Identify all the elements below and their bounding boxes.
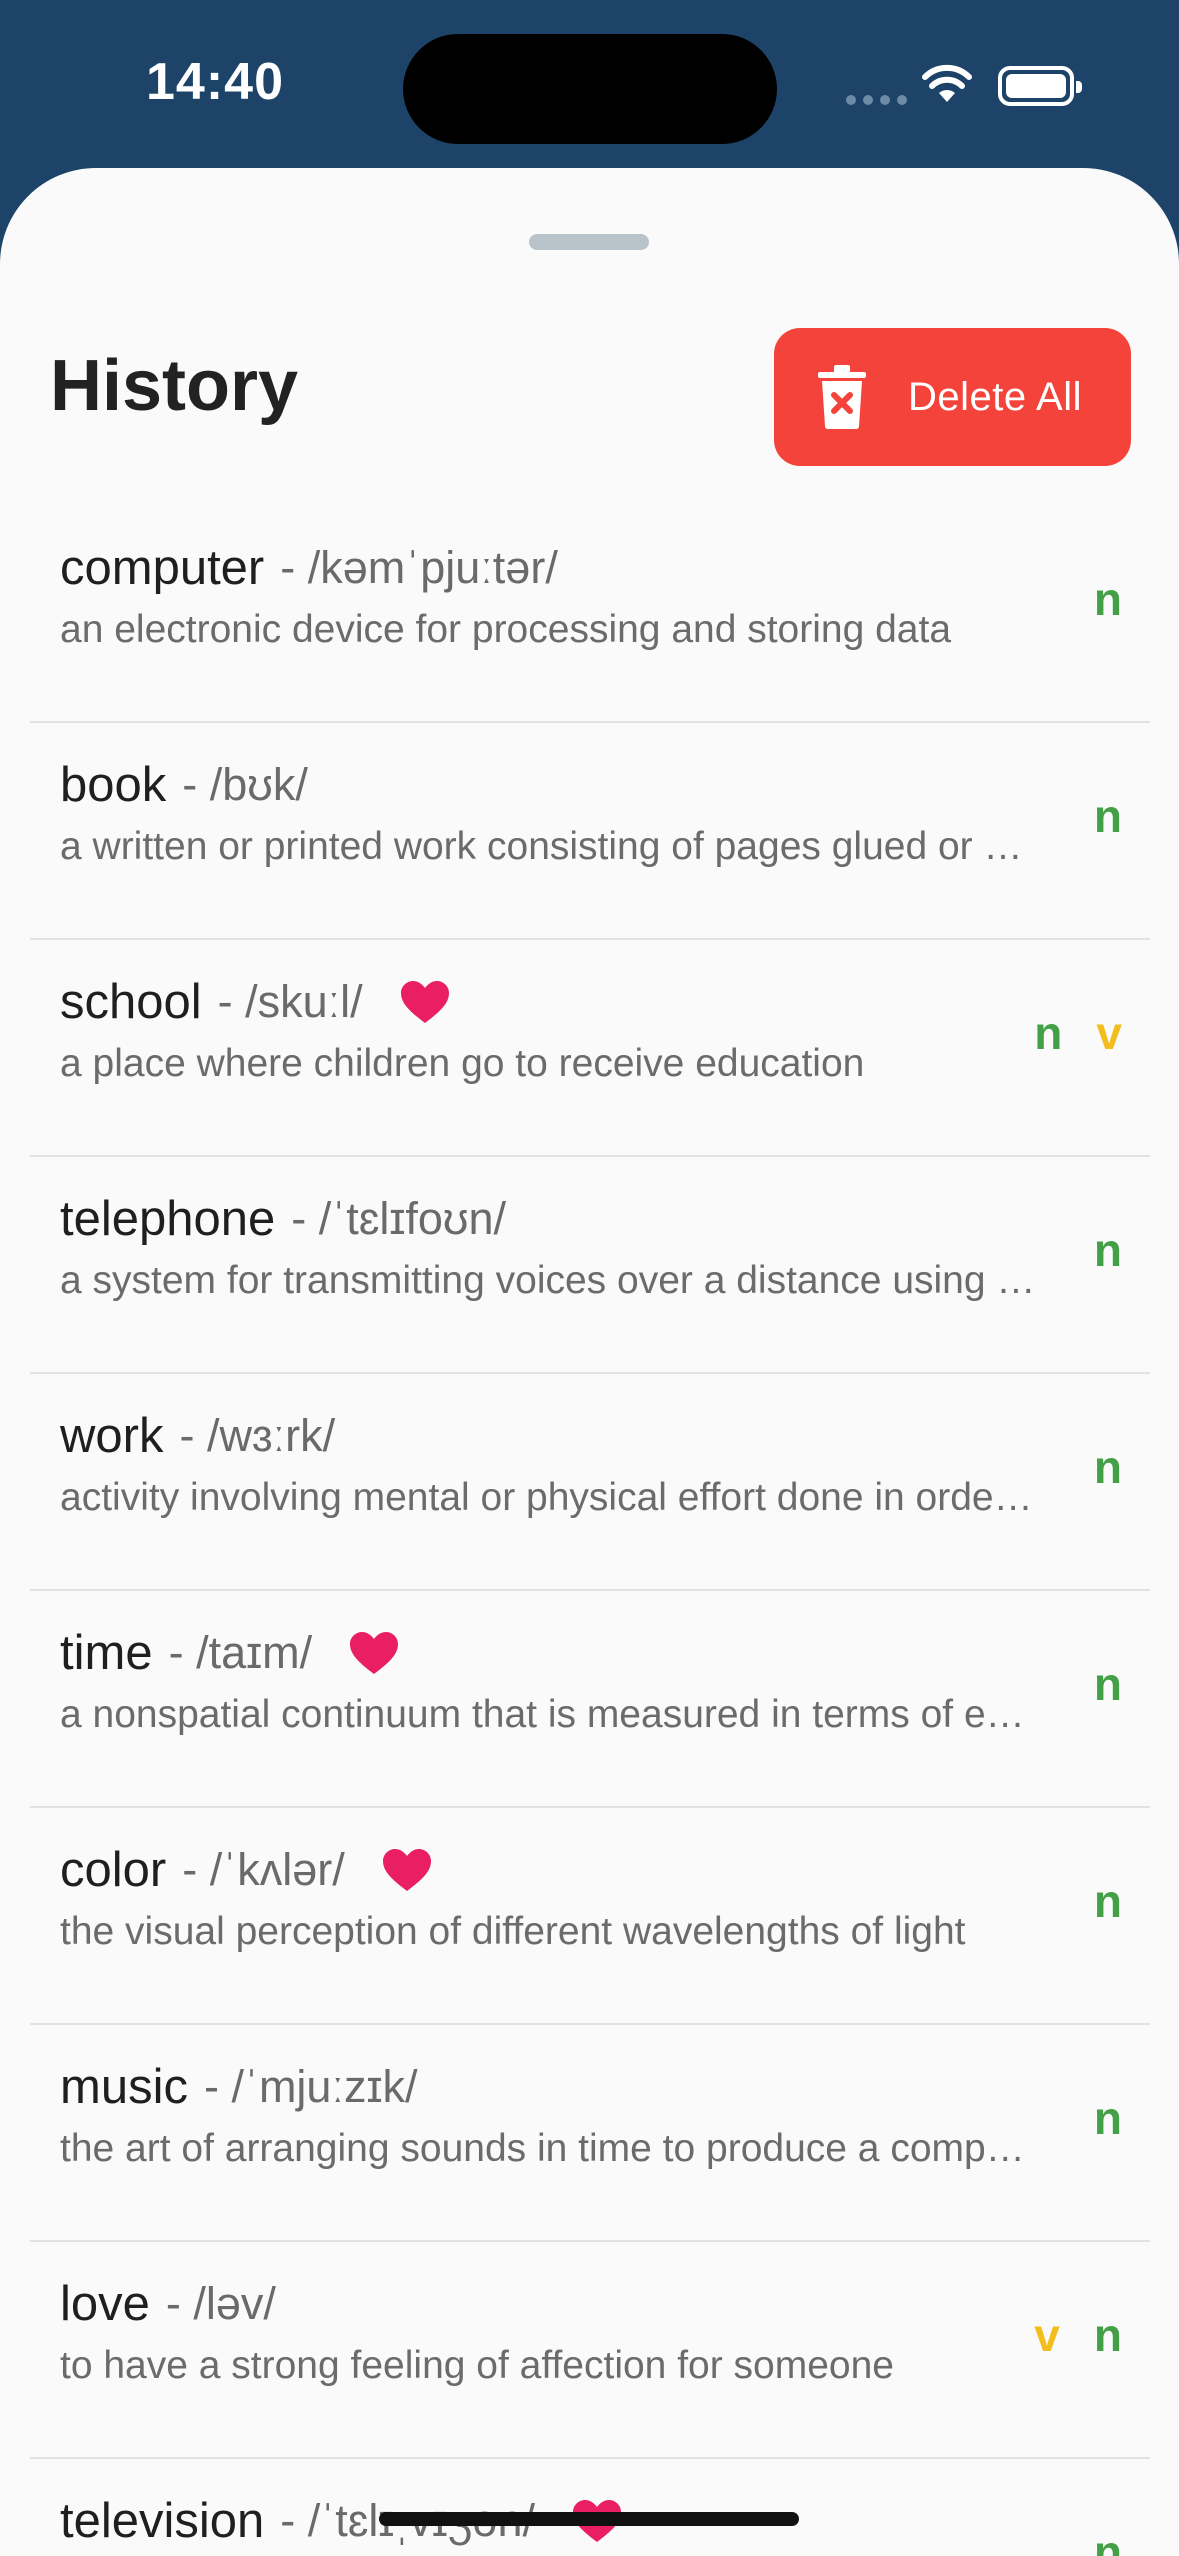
- definition-text: to have a strong feeling of affection fo…: [60, 2344, 894, 2387]
- trash-icon: [818, 365, 866, 429]
- noun-tag: n: [1093, 1875, 1122, 1927]
- battery-icon: [998, 66, 1082, 106]
- history-item[interactable]: love - /ləv/to have a strong feeling of a…: [30, 2242, 1150, 2459]
- history-item[interactable]: computer - /kəmˈpjuːtər/an electronic dev…: [30, 506, 1150, 723]
- noun-tag: n: [1093, 2309, 1122, 2361]
- phonetic-text: - /ˈmjuːzɪk/: [203, 2061, 418, 2112]
- delete-all-label: Delete All: [908, 374, 1082, 419]
- noun-tag: n: [1034, 1007, 1063, 1059]
- word-text: telephone: [60, 1192, 276, 1246]
- phonetic-text: - /ˈtɛlɪfoʊn/: [291, 1193, 507, 1244]
- word-line: work - /wɜːrk/: [60, 1408, 335, 1464]
- word-line: computer - /kəmˈpjuːtər/: [60, 540, 558, 596]
- sheet-grabber[interactable]: [529, 234, 649, 250]
- part-of-speech-tags: vn: [1034, 2312, 1122, 2358]
- word-text: book: [60, 758, 167, 812]
- status-bar: 14:40: [0, 0, 1179, 170]
- part-of-speech-tags: n: [1094, 576, 1122, 622]
- word-line: color - /ˈkʌlər/: [60, 1842, 433, 1898]
- history-item[interactable]: music - /ˈmjuːzɪk/the art of arranging so…: [30, 2025, 1150, 2242]
- noun-tag: n: [1093, 1658, 1122, 1710]
- part-of-speech-tags: n: [1094, 2529, 1122, 2556]
- history-item[interactable]: color - /ˈkʌlər/the visual perception of …: [30, 1808, 1150, 2025]
- phonetic-text: - /ˈkʌlər/: [182, 1844, 345, 1895]
- word-text: television: [60, 2494, 265, 2548]
- part-of-speech-tags: n: [1094, 793, 1122, 839]
- definition-text: an electronic device for processing and …: [60, 608, 952, 651]
- word-line: love - /ləv/: [60, 2276, 276, 2332]
- heart-icon: [381, 1847, 433, 1893]
- definition-text: a written or printed work consisting of …: [60, 825, 1040, 868]
- definition-text: a nonspatial continuum that is measured …: [60, 1693, 1040, 1736]
- part-of-speech-tags: n: [1094, 1227, 1122, 1273]
- phonetic-text: - /wɜːrk/: [179, 1410, 336, 1461]
- part-of-speech-tags: n: [1094, 1444, 1122, 1490]
- noun-tag: n: [1093, 573, 1122, 625]
- noun-tag: n: [1093, 1224, 1122, 1276]
- wifi-icon: [922, 64, 972, 102]
- phonetic-text: - /ləv/: [165, 2278, 276, 2329]
- history-item[interactable]: telephone - /ˈtɛlɪfoʊn/a system for trans…: [30, 1157, 1150, 1374]
- word-text: love: [60, 2277, 150, 2331]
- status-time: 14:40: [146, 53, 284, 111]
- page-title: History: [50, 346, 299, 426]
- verb-tag: v: [1096, 1007, 1122, 1059]
- phonetic-text: - /skuːl/: [217, 976, 363, 1027]
- cellular-signal-icon: [846, 95, 907, 105]
- heart-icon: [399, 979, 451, 1025]
- definition-text: a place where children go to receive edu…: [60, 1042, 865, 1085]
- word-text: computer: [60, 541, 265, 595]
- dynamic-island: [403, 34, 777, 144]
- noun-tag: n: [1093, 790, 1122, 842]
- heart-icon: [348, 1630, 400, 1676]
- history-item[interactable]: television- /ˈtɛlɪˌvɪʒən/n: [30, 2459, 1150, 2556]
- part-of-speech-tags: nv: [1034, 1010, 1122, 1056]
- home-indicator[interactable]: [379, 2512, 799, 2526]
- word-text: work: [60, 1409, 164, 1463]
- history-list: computer - /kəmˈpjuːtər/an electronic dev…: [30, 506, 1150, 2556]
- delete-all-button[interactable]: Delete All: [774, 328, 1131, 466]
- history-item[interactable]: book - /bʊk/a written or printed work con…: [30, 723, 1150, 940]
- word-line: telephone - /ˈtɛlɪfoʊn/: [60, 1191, 506, 1247]
- history-item[interactable]: time - /taɪm/a nonspatial continuum that …: [30, 1591, 1150, 1808]
- word-line: time - /taɪm/: [60, 1625, 400, 1681]
- definition-text: a system for transmitting voices over a …: [60, 1259, 1040, 1302]
- word-text: color: [60, 1843, 167, 1897]
- definition-text: activity involving mental or physical ef…: [60, 1476, 1040, 1519]
- part-of-speech-tags: n: [1094, 1661, 1122, 1707]
- definition-text: the art of arranging sounds in time to p…: [60, 2127, 1040, 2170]
- word-text: music: [60, 2060, 188, 2114]
- word-text: school: [60, 975, 202, 1029]
- word-line: music - /ˈmjuːzɪk/: [60, 2059, 417, 2115]
- verb-tag: v: [1034, 2309, 1060, 2361]
- history-sheet: History Delete All computer - /kəmˈpjuːtə…: [0, 168, 1179, 2556]
- word-line: book - /bʊk/: [60, 757, 308, 813]
- noun-tag: n: [1093, 2092, 1122, 2144]
- definition-text: the visual perception of different wavel…: [60, 1910, 966, 1953]
- part-of-speech-tags: n: [1094, 1878, 1122, 1924]
- word-line: school - /skuːl/: [60, 974, 451, 1030]
- history-item[interactable]: work - /wɜːrk/activity involving mental o…: [30, 1374, 1150, 1591]
- phonetic-text: - /bʊk/: [182, 759, 308, 810]
- noun-tag: n: [1093, 1441, 1122, 1493]
- phonetic-text: - /taɪm/: [168, 1627, 313, 1678]
- noun-tag: n: [1093, 2526, 1122, 2556]
- word-text: time: [60, 1626, 153, 1680]
- history-item[interactable]: school - /skuːl/a place where children go…: [30, 940, 1150, 1157]
- part-of-speech-tags: n: [1094, 2095, 1122, 2141]
- phonetic-text: - /kəmˈpjuːtər/: [280, 542, 558, 593]
